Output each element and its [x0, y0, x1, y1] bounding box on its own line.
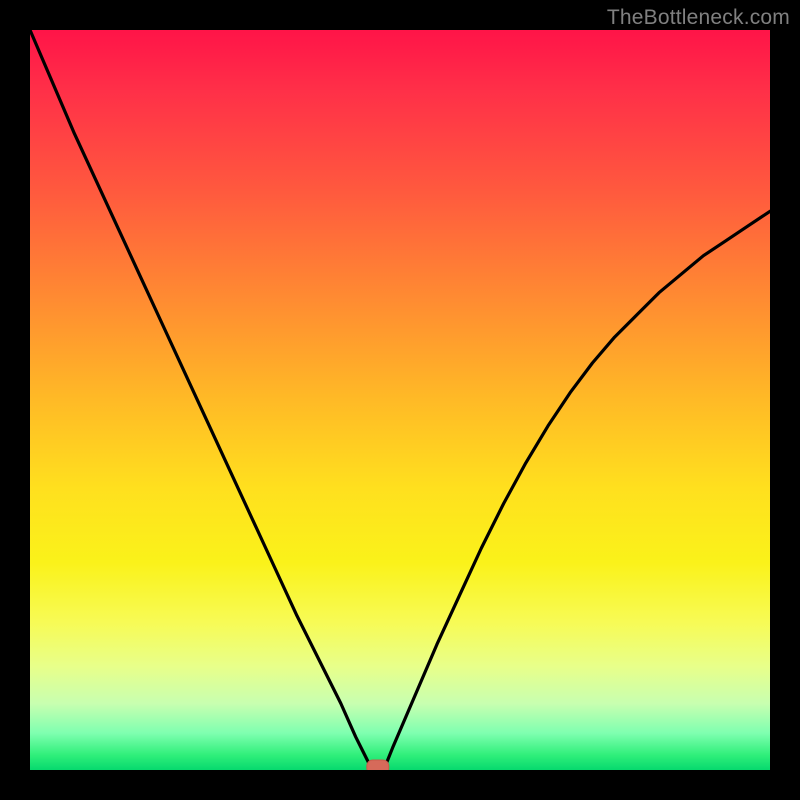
curve-svg: [30, 30, 770, 770]
watermark-text: TheBottleneck.com: [607, 6, 790, 30]
bottleneck-curve: [30, 30, 770, 766]
chart-frame: TheBottleneck.com: [0, 0, 800, 800]
plot-area: [30, 30, 770, 770]
minimum-marker: [367, 760, 389, 770]
